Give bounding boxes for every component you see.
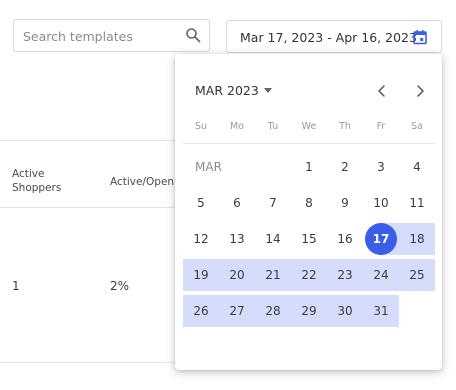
calendar-day[interactable]: 7: [255, 187, 291, 219]
chevron-right-icon[interactable]: [411, 82, 429, 100]
search-icon[interactable]: [185, 27, 201, 43]
weekday-label: Mo: [229, 121, 244, 132]
weekday-label: Tu: [267, 121, 279, 132]
calendar-day[interactable]: 8: [291, 187, 327, 219]
calendar-day[interactable]: 4: [399, 151, 435, 183]
calendar-day[interactable]: 2: [327, 151, 363, 183]
weekday-label: Sa: [411, 121, 423, 132]
month-year-label: MAR 2023: [195, 83, 259, 98]
weekday-label: We: [301, 121, 317, 132]
calendar-day[interactable]: 24: [363, 259, 399, 291]
column-header-active-open[interactable]: Active/Open: [110, 175, 174, 189]
search-box[interactable]: [13, 19, 210, 52]
calendar-day[interactable]: 25: [399, 259, 435, 291]
table-row-border: [0, 362, 175, 363]
weekday-label: Th: [339, 121, 351, 132]
calendar-day[interactable]: 19: [183, 259, 219, 291]
calendar-popup: MAR 2023 Su Mo Tu We Th Fr Sa MAR 1 2 3 4 5 6 7 8 9 10 1…: [175, 54, 442, 370]
calendar-day[interactable]: 22: [291, 259, 327, 291]
calendar-day[interactable]: 1: [291, 151, 327, 183]
calendar-day[interactable]: 5: [183, 187, 219, 219]
weekday-label: Su: [194, 121, 208, 132]
calendar-day[interactable]: 30: [327, 295, 363, 327]
chevron-left-icon[interactable]: [373, 82, 391, 100]
calendar-day[interactable]: 20: [219, 259, 255, 291]
calendar-day[interactable]: 18: [399, 223, 435, 255]
calendar-day[interactable]: 6: [219, 187, 255, 219]
table-top-border: [0, 140, 175, 141]
column-header-active-shoppers[interactable]: Active Shoppers: [12, 167, 92, 195]
calendar-month-label: MAR: [195, 160, 222, 174]
calendar-day[interactable]: 28: [255, 295, 291, 327]
calendar-divider: [183, 143, 435, 144]
calendar-header: MAR 2023 Su Mo Tu We Th Fr Sa: [175, 54, 442, 142]
calendar-day[interactable]: 10: [363, 187, 399, 219]
calendar-day[interactable]: 13: [219, 223, 255, 255]
caret-down-icon: [263, 88, 272, 93]
calendar-day-selected[interactable]: 17: [363, 223, 399, 255]
calendar-day[interactable]: 9: [327, 187, 363, 219]
calendar-day[interactable]: 31: [363, 295, 399, 327]
calendar-day[interactable]: 16: [327, 223, 363, 255]
weekday-row: Su Mo Tu We Th Fr Sa: [183, 121, 435, 135]
calendar-day[interactable]: 26: [183, 295, 219, 327]
calendar-day[interactable]: 11: [399, 187, 435, 219]
calendar-day[interactable]: 12: [183, 223, 219, 255]
search-input[interactable]: [23, 27, 183, 45]
month-year-select[interactable]: MAR 2023: [195, 83, 272, 98]
calendar-day[interactable]: 21: [255, 259, 291, 291]
calendar-day[interactable]: 27: [219, 295, 255, 327]
table-header-border: [0, 207, 175, 208]
calendar-icon[interactable]: [412, 29, 428, 45]
calendar-day[interactable]: 3: [363, 151, 399, 183]
table-cell-active-shoppers: 1: [12, 279, 20, 293]
calendar-day[interactable]: 29: [291, 295, 327, 327]
weekday-label: Fr: [376, 121, 386, 132]
table-cell-active-open: 2%: [110, 279, 130, 293]
date-range-picker[interactable]: Mar 17, 2023 - Apr 16, 2023: [226, 20, 442, 53]
calendar-day[interactable]: 15: [291, 223, 327, 255]
calendar-day[interactable]: 23: [327, 259, 363, 291]
calendar-day[interactable]: 14: [255, 223, 291, 255]
date-range-value: Mar 17, 2023 - Apr 16, 2023: [240, 30, 417, 45]
